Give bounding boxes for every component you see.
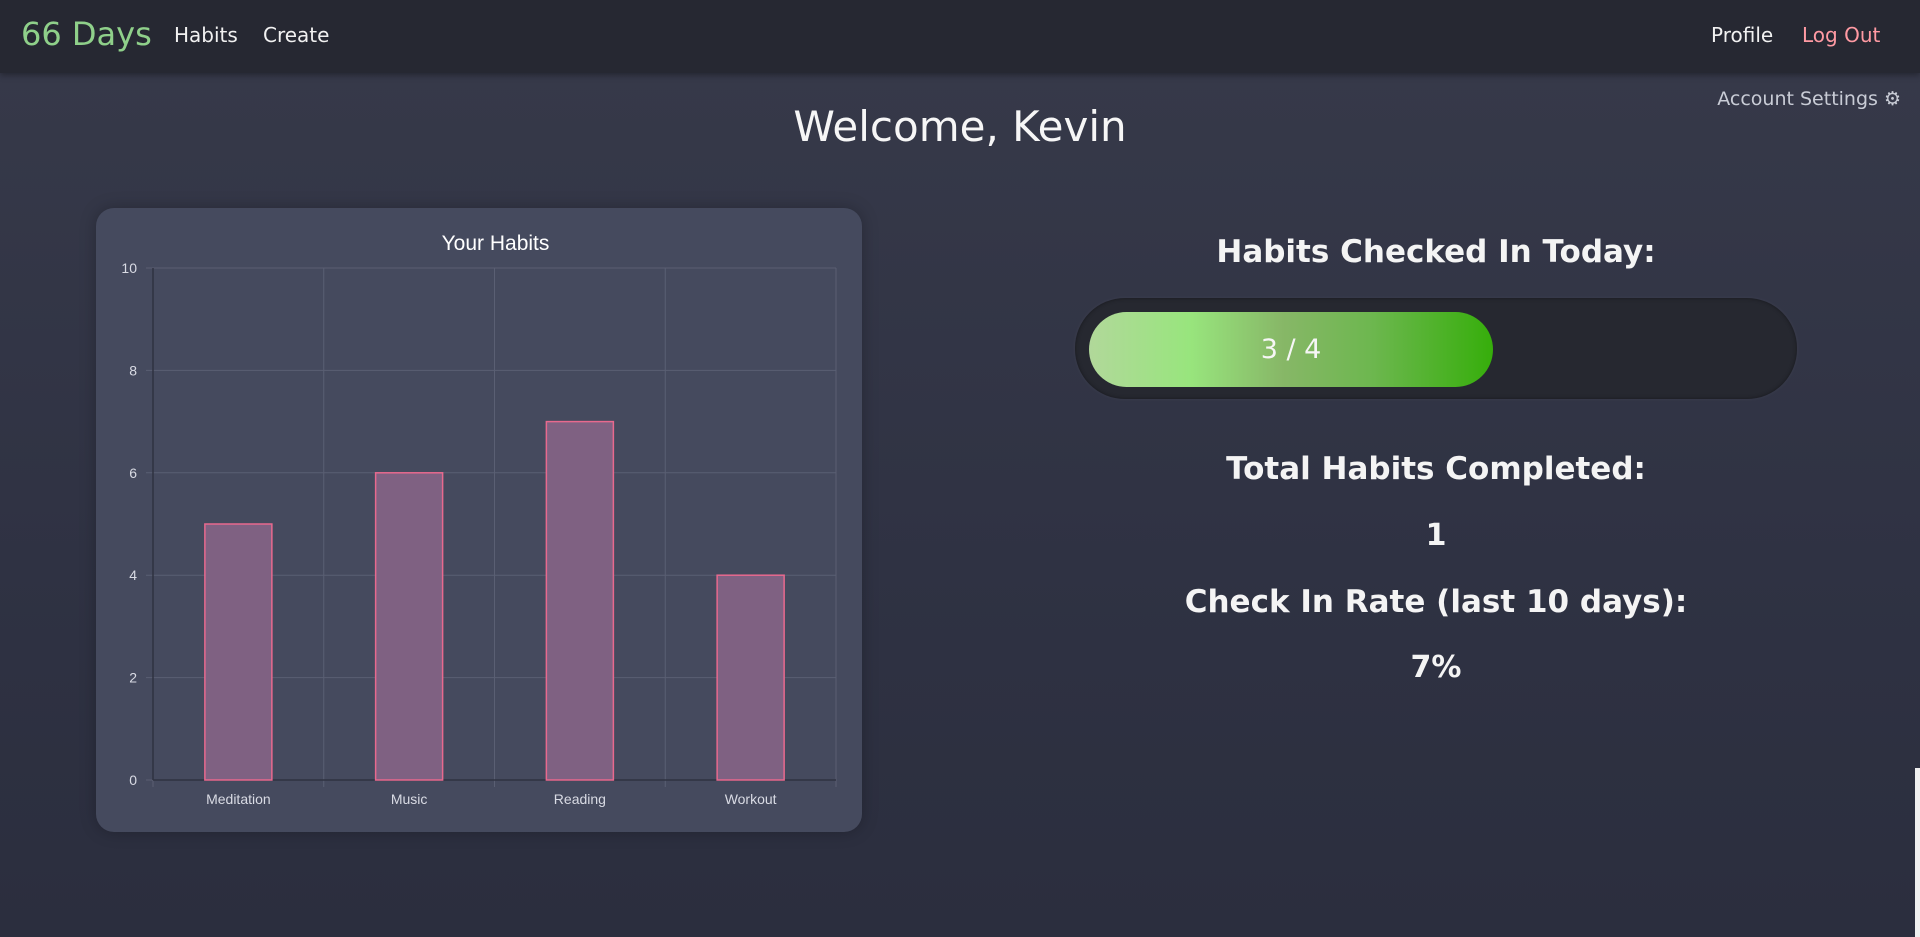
bar-reading: [545, 420, 615, 781]
total-completed-value: 1: [1425, 518, 1447, 553]
nav-link-habits[interactable]: Habits: [174, 23, 238, 47]
x-tick-label: Workout: [725, 791, 777, 807]
check-in-rate-heading: Check In Rate (last 10 days):: [1184, 584, 1688, 620]
welcome-heading: Welcome, Kevin: [793, 102, 1127, 151]
habits-chart-card: Your Habits 0 2 4 6 8 10 Meditation Music Reading…: [96, 208, 862, 832]
y-tick-label: 4: [129, 567, 137, 583]
chart-title: Your Habits: [442, 232, 550, 255]
checked-in-progress-track: 3 / 4: [1075, 298, 1797, 399]
habits-bar-chart: Your Habits 0 2 4 6 8 10 Meditation Music Reading…: [121, 232, 837, 807]
y-tick-label: 6: [129, 465, 137, 481]
x-tick-label: Meditation: [206, 791, 271, 807]
y-tick-label: 8: [129, 362, 137, 378]
checked-in-progress-fill: 3 / 4: [1089, 312, 1493, 387]
bar-meditation: [204, 523, 273, 781]
brand-logo-link[interactable]: 66 Days: [21, 15, 152, 53]
y-tick-label: 0: [129, 772, 137, 788]
nav-link-create[interactable]: Create: [263, 23, 329, 47]
checked-in-heading: Habits Checked In Today:: [1216, 234, 1656, 270]
bar-music: [374, 472, 444, 781]
page-scrollbar[interactable]: [1915, 768, 1920, 937]
x-tick-label: Music: [391, 791, 428, 807]
checked-in-progress-label: 3 / 4: [1260, 334, 1322, 365]
nav-link-logout[interactable]: Log Out: [1802, 23, 1880, 47]
nav-link-profile[interactable]: Profile: [1711, 23, 1773, 47]
y-tick-label: 2: [129, 670, 137, 686]
x-tick-label: Reading: [554, 791, 606, 807]
y-tick-label: 10: [121, 260, 137, 276]
check-in-rate-value: 7%: [1410, 650, 1462, 685]
bar-workout: [716, 574, 785, 781]
total-completed-heading: Total Habits Completed:: [1226, 451, 1646, 487]
top-navbar: 66 Days Habits Create Profile Log Out: [0, 0, 1920, 73]
